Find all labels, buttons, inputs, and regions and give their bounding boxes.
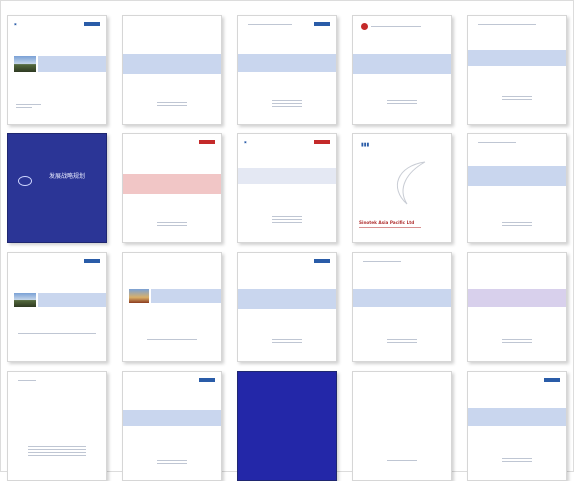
cover-title bbox=[151, 289, 221, 293]
brand-logo-icon bbox=[199, 140, 215, 144]
company-logo-icon: ▮▮▮ bbox=[361, 142, 370, 148]
cover-footer-lines bbox=[147, 339, 197, 342]
cover-title: 发展战略规划 bbox=[48, 173, 85, 180]
document-thumbnail[interactable] bbox=[122, 252, 222, 362]
cover-title bbox=[238, 54, 336, 58]
cover-title-band bbox=[468, 408, 566, 426]
document-thumbnail[interactable] bbox=[352, 252, 452, 362]
cover-title-band bbox=[123, 410, 221, 426]
brand-logo-icon bbox=[199, 378, 215, 382]
cover-title bbox=[468, 408, 566, 412]
cover-footer-lines bbox=[272, 216, 302, 225]
cover-title-band bbox=[353, 54, 451, 74]
cover-title-band bbox=[238, 168, 336, 184]
cover-footer-lines bbox=[502, 222, 532, 228]
document-thumbnail[interactable]: ▣ bbox=[237, 133, 337, 243]
cover-footer-lines bbox=[387, 460, 417, 463]
brand-logo-icon bbox=[314, 140, 330, 144]
cover-photo bbox=[14, 56, 36, 72]
cover-title-band bbox=[353, 289, 451, 307]
cover-title bbox=[38, 293, 106, 297]
cover-title-band bbox=[151, 289, 221, 303]
cover-title-band bbox=[468, 166, 566, 186]
cover-footer-lines bbox=[157, 460, 187, 466]
document-thumbnail[interactable] bbox=[237, 371, 337, 481]
brand-logo-icon bbox=[84, 22, 100, 26]
cover-footer-lines bbox=[18, 333, 96, 336]
cover-title bbox=[353, 289, 451, 293]
document-thumbnail[interactable] bbox=[122, 371, 222, 481]
cover-header-lines bbox=[371, 26, 421, 29]
thumbnail-gallery: ▣ 发展战略规划 ▣ ▮▮▮ Sinotek Asia Pacific Ltd bbox=[0, 0, 574, 481]
document-thumbnail[interactable] bbox=[467, 133, 567, 243]
cover-title bbox=[123, 174, 221, 178]
swoosh-graphic bbox=[396, 161, 426, 205]
cover-footer-lines bbox=[502, 458, 532, 464]
cover-title bbox=[38, 56, 106, 60]
brand-logo-icon bbox=[314, 259, 330, 263]
document-thumbnail[interactable]: ▣ bbox=[7, 15, 107, 125]
cover-title bbox=[468, 289, 566, 293]
brand-logo-icon bbox=[84, 259, 100, 263]
document-thumbnail[interactable]: ▮▮▮ Sinotek Asia Pacific Ltd bbox=[352, 133, 452, 243]
document-thumbnail[interactable] bbox=[7, 371, 107, 481]
cover-title bbox=[468, 166, 566, 170]
cover-footer-lines bbox=[359, 227, 421, 230]
document-thumbnail[interactable] bbox=[122, 133, 222, 243]
document-grid: ▣ 发展战略规划 ▣ ▮▮▮ Sinotek Asia Pacific Ltd bbox=[7, 9, 573, 481]
cover-title-band bbox=[468, 289, 566, 307]
cover-title-band bbox=[123, 174, 221, 194]
document-thumbnail[interactable] bbox=[467, 252, 567, 362]
document-thumbnail[interactable] bbox=[467, 15, 567, 125]
document-thumbnail[interactable] bbox=[237, 15, 337, 125]
cover-header-lines bbox=[248, 24, 292, 27]
cover-title bbox=[123, 54, 221, 58]
cover-header-lines bbox=[478, 142, 516, 145]
cover-footer-lines bbox=[272, 339, 302, 345]
document-thumbnail[interactable] bbox=[352, 371, 452, 481]
cover-title-band bbox=[238, 289, 336, 309]
logo-icon: ▣ bbox=[14, 22, 17, 26]
cover-title bbox=[123, 410, 221, 414]
cover-photo bbox=[129, 289, 149, 303]
cover-photo bbox=[14, 293, 36, 307]
cover-footer-lines bbox=[157, 102, 187, 108]
red-emblem-icon bbox=[361, 23, 368, 30]
cover-header-lines bbox=[478, 24, 536, 27]
document-thumbnail[interactable] bbox=[467, 371, 567, 481]
company-name: Sinotek Asia Pacific Ltd bbox=[359, 220, 415, 225]
cover-footer-lines bbox=[502, 96, 532, 102]
brand-logo-icon bbox=[314, 22, 330, 26]
cover-footer-lines bbox=[387, 100, 417, 106]
logo-icon: ▣ bbox=[244, 140, 247, 144]
document-thumbnail[interactable] bbox=[7, 252, 107, 362]
cover-title bbox=[468, 50, 566, 54]
cover-header-lines bbox=[363, 261, 401, 264]
cover-footer-lines bbox=[28, 446, 86, 458]
cover-footer-lines bbox=[502, 339, 532, 345]
cover-title bbox=[238, 168, 336, 172]
cover-footer-lines bbox=[272, 100, 302, 109]
cover-title bbox=[238, 289, 336, 293]
cover-title-band bbox=[123, 54, 221, 74]
document-thumbnail[interactable] bbox=[122, 15, 222, 125]
cover-title-band bbox=[38, 293, 106, 307]
cover-footer-lines bbox=[16, 104, 98, 110]
cover-title-band bbox=[468, 50, 566, 66]
cover-title bbox=[353, 54, 451, 58]
cover-footer-lines bbox=[387, 339, 417, 345]
document-thumbnail[interactable]: 发展战略规划 bbox=[7, 133, 107, 243]
brand-logo-icon bbox=[544, 378, 560, 382]
cover-title-band bbox=[38, 56, 106, 72]
document-thumbnail[interactable] bbox=[237, 252, 337, 362]
document-thumbnail[interactable] bbox=[352, 15, 452, 125]
cover-header-lines bbox=[18, 380, 36, 383]
cover-title-band bbox=[238, 54, 336, 72]
cover-footer-lines bbox=[157, 222, 187, 228]
